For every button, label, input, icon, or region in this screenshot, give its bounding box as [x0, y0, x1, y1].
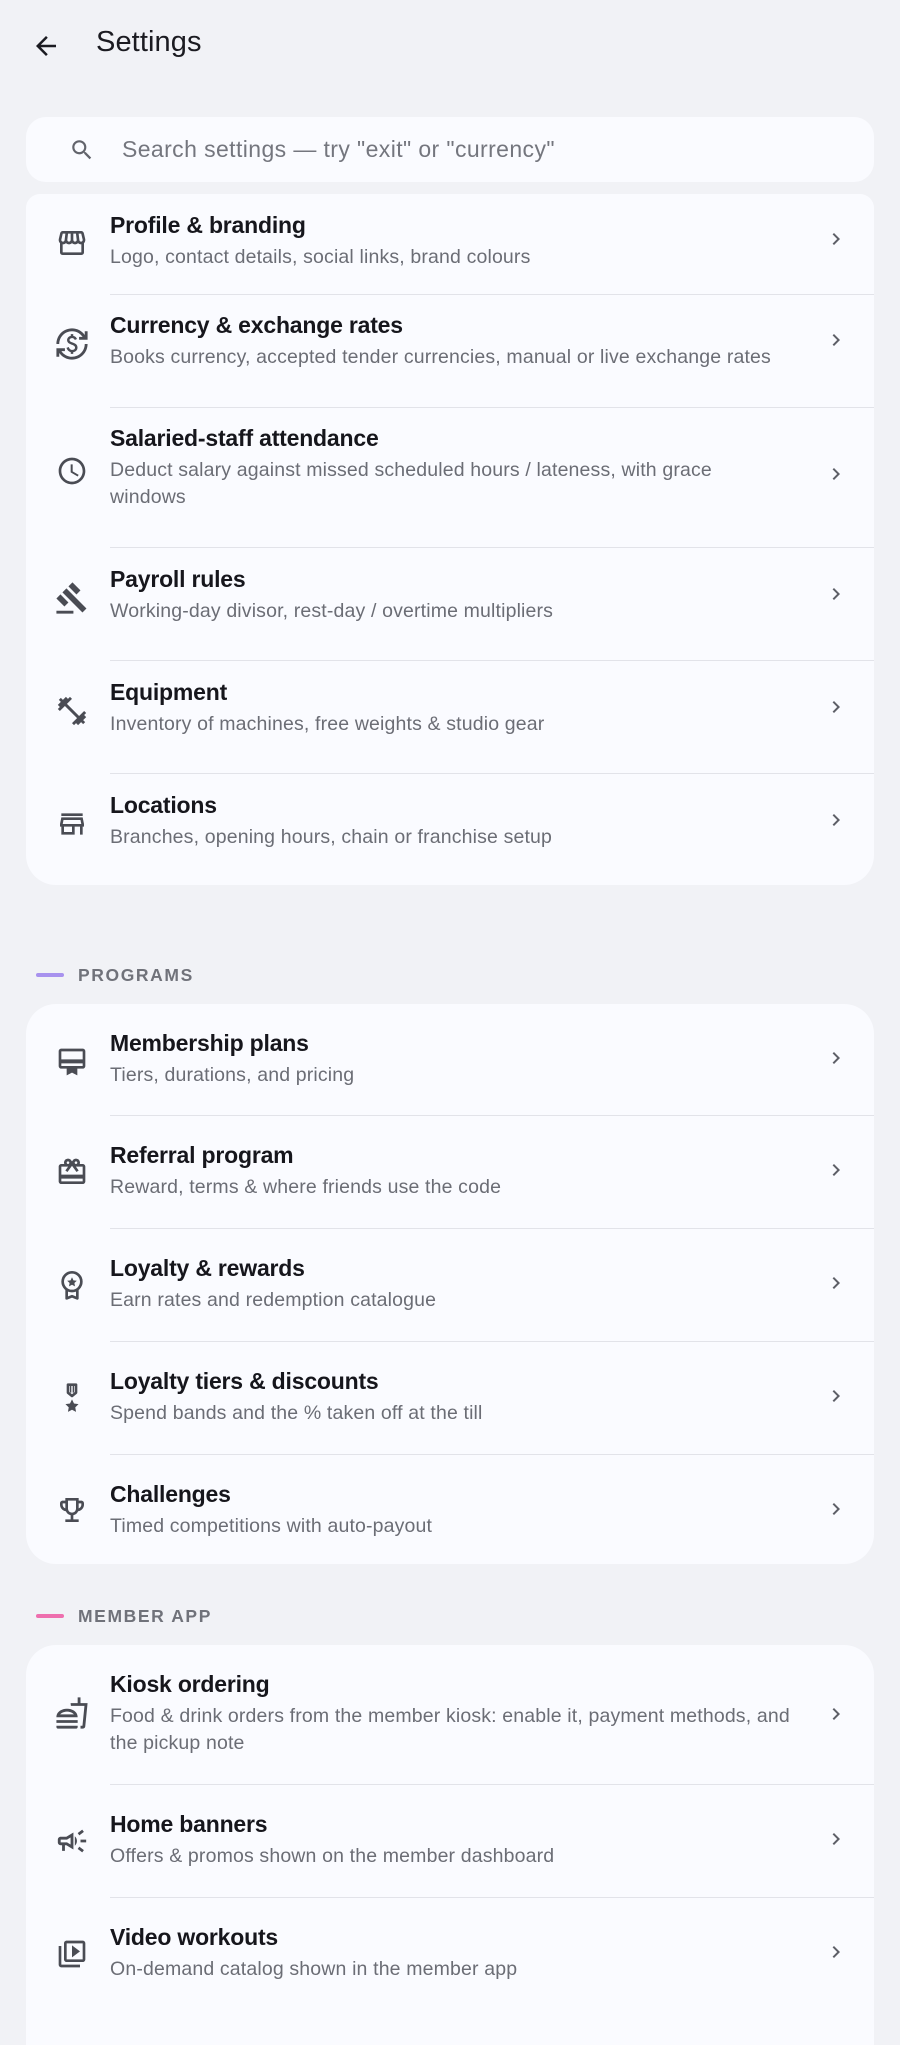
chevron-right-icon	[824, 462, 848, 486]
general-settings-card: Profile & branding Logo, contact details…	[26, 194, 874, 885]
back-button[interactable]	[24, 24, 68, 68]
chevron-right-icon	[824, 227, 848, 251]
arrow-back-icon	[31, 31, 61, 61]
trophy-icon	[48, 1486, 96, 1534]
item-title: Referral program	[110, 1142, 294, 1168]
chevron-right-icon	[824, 1384, 848, 1408]
item-title: Home banners	[110, 1811, 268, 1837]
chevron-right-icon	[824, 1158, 848, 1182]
item-title: Equipment	[110, 679, 228, 705]
chevron-right-icon	[824, 695, 848, 719]
item-title: Profile & branding	[110, 212, 306, 238]
chevron-right-icon	[824, 328, 848, 352]
item-title: Loyalty tiers & discounts	[110, 1368, 379, 1394]
settings-item-profile-branding[interactable]: Profile & branding Logo, contact details…	[26, 194, 874, 294]
page-title: Settings	[96, 26, 202, 58]
card-membership-icon	[48, 1038, 96, 1086]
item-title: Membership plans	[110, 1030, 309, 1056]
item-subtitle: Deduct salary against missed scheduled h…	[110, 459, 712, 508]
settings-item-home-banners[interactable]: Home banners Offers & promos shown on th…	[26, 1785, 874, 1897]
storefront-icon	[48, 219, 96, 267]
settings-item-payroll-rules[interactable]: Payroll rules Working-day divisor, rest-…	[26, 548, 874, 660]
item-subtitle: Books currency, accepted tender currenci…	[110, 346, 771, 368]
settings-item-referral-program[interactable]: Referral program Reward, terms & where f…	[26, 1116, 874, 1228]
item-subtitle: Food & drink orders from the member kios…	[110, 1705, 790, 1754]
settings-item-membership-plans[interactable]: Membership plans Tiers, durations, and p…	[26, 1004, 874, 1116]
settings-item-video-workouts[interactable]: Video workouts On-demand catalog shown i…	[26, 1898, 874, 2010]
award-star-icon	[48, 1261, 96, 1309]
chevron-right-icon	[824, 808, 848, 832]
item-title: Loyalty & rewards	[110, 1255, 305, 1281]
item-title: Video workouts	[110, 1924, 279, 1950]
campaign-icon	[48, 1817, 96, 1865]
currency-exchange-icon	[48, 320, 96, 368]
chevron-right-icon	[824, 1271, 848, 1295]
chevron-right-icon	[824, 582, 848, 606]
item-subtitle: Earn rates and redemption catalogue	[110, 1289, 437, 1311]
section-accent-bar	[36, 973, 64, 977]
item-title: Kiosk ordering	[110, 1671, 270, 1697]
section-header-member-app: MEMBER APP	[36, 1604, 212, 1628]
video-library-icon	[48, 1930, 96, 1978]
member-app-card: Kiosk ordering Food & drink orders from …	[26, 1645, 874, 2045]
item-subtitle: Working-day divisor, rest-day / overtime…	[110, 600, 554, 622]
clock-icon	[48, 447, 96, 495]
programs-card: Membership plans Tiers, durations, and p…	[26, 1004, 874, 1564]
chevron-right-icon	[824, 1702, 848, 1726]
section-label: MEMBER APP	[78, 1605, 212, 1626]
item-subtitle: Branches, opening hours, chain or franch…	[110, 826, 553, 848]
settings-item-kiosk-ordering[interactable]: Kiosk ordering Food & drink orders from …	[26, 1645, 874, 1784]
item-subtitle: Timed competitions with auto-payout	[110, 1515, 433, 1537]
item-subtitle: Tiers, durations, and pricing	[110, 1064, 355, 1086]
item-title: Payroll rules	[110, 566, 246, 592]
fastfood-icon	[48, 1689, 96, 1737]
item-subtitle: Reward, terms & where friends use the co…	[110, 1176, 502, 1198]
item-title: Locations	[110, 792, 217, 818]
section-header-programs: PROGRAMS	[36, 963, 194, 987]
settings-item-loyalty-rewards[interactable]: Loyalty & rewards Earn rates and redempt…	[26, 1229, 874, 1341]
item-title: Salaried-staff attendance	[110, 425, 379, 451]
settings-item-challenges[interactable]: Challenges Timed competitions with auto-…	[26, 1455, 874, 1564]
chevron-right-icon	[824, 1046, 848, 1070]
search-icon	[69, 137, 95, 163]
item-subtitle: Offers & promos shown on the member dash…	[110, 1845, 555, 1867]
chevron-right-icon	[824, 1497, 848, 1521]
settings-item-equipment[interactable]: Equipment Inventory of machines, free we…	[26, 661, 874, 773]
item-title: Currency & exchange rates	[110, 312, 403, 338]
fitness-icon	[48, 687, 96, 735]
search-input[interactable]	[122, 117, 862, 182]
chevron-right-icon	[824, 1940, 848, 1964]
search-bar[interactable]	[26, 117, 874, 182]
item-subtitle: On-demand catalog shown in the member ap…	[110, 1958, 518, 1980]
item-subtitle: Inventory of machines, free weights & st…	[110, 713, 545, 735]
section-label: PROGRAMS	[78, 964, 194, 985]
settings-item-loyalty-tiers-discounts[interactable]: Loyalty tiers & discounts Spend bands an…	[26, 1342, 874, 1454]
store-icon	[48, 800, 96, 848]
settings-item-currency-exchange[interactable]: Currency & exchange rates Books currency…	[26, 295, 874, 407]
section-accent-bar	[36, 1614, 64, 1618]
item-subtitle: Spend bands and the % taken off at the t…	[110, 1402, 483, 1424]
settings-item-salaried-staff-attendance[interactable]: Salaried-staff attendance Deduct salary …	[26, 408, 874, 547]
top-app-bar: Settings	[0, 0, 900, 90]
gift-card-icon	[48, 1148, 96, 1196]
item-subtitle: Logo, contact details, social links, bra…	[110, 246, 531, 268]
medal-icon	[48, 1374, 96, 1422]
chevron-right-icon	[824, 1827, 848, 1851]
item-title: Challenges	[110, 1481, 231, 1507]
settings-item-locations[interactable]: Locations Branches, opening hours, chain…	[26, 774, 874, 885]
gavel-icon	[48, 574, 96, 622]
